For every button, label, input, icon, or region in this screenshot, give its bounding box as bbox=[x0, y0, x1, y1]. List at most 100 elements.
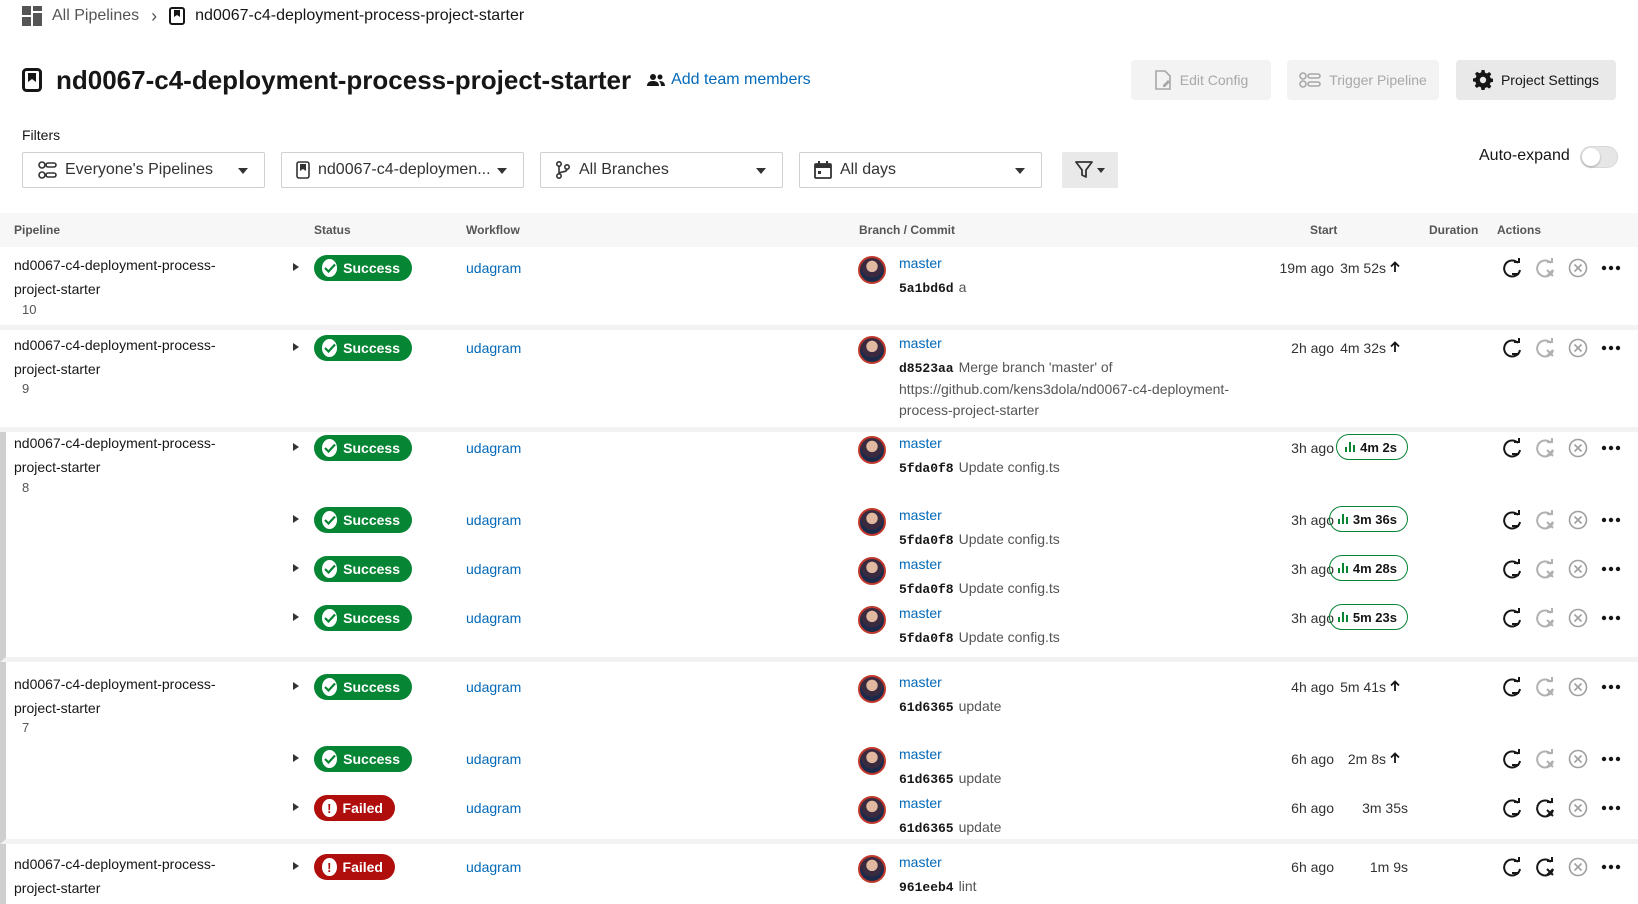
status-badge[interactable]: Success bbox=[314, 507, 412, 533]
commit-hash[interactable]: 961eeb4 bbox=[899, 880, 954, 895]
commit-hash[interactable]: 61d6365 bbox=[899, 772, 954, 787]
branch-link[interactable]: master bbox=[899, 556, 942, 572]
rerun-icon[interactable] bbox=[1501, 509, 1523, 531]
commit-hash[interactable]: 5fda0f8 bbox=[899, 533, 954, 548]
commit-hash[interactable]: 5a1bd6d bbox=[899, 281, 954, 296]
more-icon[interactable] bbox=[1600, 337, 1622, 359]
status-badge[interactable]: Success bbox=[314, 255, 412, 281]
project-select[interactable]: nd0067-c4-deploymen... bbox=[281, 152, 524, 188]
add-team-members-link[interactable]: Add team members bbox=[647, 71, 811, 89]
duration-pill[interactable]: 4m 2s bbox=[1336, 434, 1408, 460]
more-icon[interactable] bbox=[1600, 676, 1622, 698]
expand-chevron-icon[interactable] bbox=[293, 803, 299, 811]
branches-select[interactable]: All Branches bbox=[540, 152, 783, 188]
rerun-failed-icon[interactable] bbox=[1534, 676, 1556, 698]
expand-chevron-icon[interactable] bbox=[293, 515, 299, 523]
rerun-icon[interactable] bbox=[1501, 856, 1523, 878]
branch-link[interactable]: master bbox=[899, 605, 942, 621]
rerun-icon[interactable] bbox=[1501, 607, 1523, 629]
expand-chevron-icon[interactable] bbox=[293, 613, 299, 621]
workflow-link[interactable]: udagram bbox=[466, 440, 521, 456]
branch-link[interactable]: master bbox=[899, 674, 942, 690]
workflow-link[interactable]: udagram bbox=[466, 751, 521, 767]
days-select[interactable]: All days bbox=[799, 152, 1042, 188]
expand-chevron-icon[interactable] bbox=[293, 564, 299, 572]
branch-link[interactable]: master bbox=[899, 746, 942, 762]
rerun-failed-icon[interactable] bbox=[1534, 558, 1556, 580]
more-icon[interactable] bbox=[1600, 797, 1622, 819]
commit-hash[interactable]: 5fda0f8 bbox=[899, 582, 954, 597]
cancel-icon[interactable] bbox=[1567, 337, 1589, 359]
rerun-failed-icon[interactable] bbox=[1534, 257, 1556, 279]
commit-hash[interactable]: 5fda0f8 bbox=[899, 461, 954, 476]
status-badge[interactable]: Success bbox=[314, 746, 412, 772]
duration-pill[interactable]: 3m 36s bbox=[1328, 506, 1408, 532]
expand-chevron-icon[interactable] bbox=[293, 682, 299, 690]
commit-hash[interactable]: 61d6365 bbox=[899, 700, 954, 715]
commit-hash[interactable]: 5fda0f8 bbox=[899, 631, 954, 646]
rerun-failed-icon[interactable] bbox=[1534, 797, 1556, 819]
workflow-link[interactable]: udagram bbox=[466, 800, 521, 816]
filter-button[interactable] bbox=[1062, 152, 1118, 188]
duration-pill[interactable]: 5m 23s bbox=[1328, 604, 1408, 630]
cancel-icon[interactable] bbox=[1567, 676, 1589, 698]
cancel-icon[interactable] bbox=[1567, 437, 1589, 459]
cancel-icon[interactable] bbox=[1567, 558, 1589, 580]
expand-chevron-icon[interactable] bbox=[293, 443, 299, 451]
cancel-icon[interactable] bbox=[1567, 797, 1589, 819]
project-settings-button[interactable]: Project Settings bbox=[1456, 60, 1616, 100]
status-badge[interactable]: Success bbox=[314, 435, 412, 461]
status-badge[interactable]: Success bbox=[314, 674, 412, 700]
expand-chevron-icon[interactable] bbox=[293, 263, 299, 271]
cancel-icon[interactable] bbox=[1567, 509, 1589, 531]
more-icon[interactable] bbox=[1600, 437, 1622, 459]
workflow-link[interactable]: udagram bbox=[466, 340, 521, 356]
rerun-failed-icon[interactable] bbox=[1534, 856, 1556, 878]
rerun-icon[interactable] bbox=[1501, 676, 1523, 698]
more-icon[interactable] bbox=[1600, 748, 1622, 770]
expand-chevron-icon[interactable] bbox=[293, 862, 299, 870]
more-icon[interactable] bbox=[1600, 257, 1622, 279]
workflow-link[interactable]: udagram bbox=[466, 679, 521, 695]
branch-link[interactable]: master bbox=[899, 507, 942, 523]
edit-config-button[interactable]: Edit Config bbox=[1131, 60, 1271, 100]
cancel-icon[interactable] bbox=[1567, 257, 1589, 279]
more-icon[interactable] bbox=[1600, 607, 1622, 629]
rerun-failed-icon[interactable] bbox=[1534, 437, 1556, 459]
status-badge[interactable]: ! Failed bbox=[314, 854, 395, 880]
pipelines-owner-select[interactable]: Everyone's Pipelines bbox=[22, 152, 265, 188]
auto-expand-toggle[interactable] bbox=[1580, 146, 1618, 168]
rerun-failed-icon[interactable] bbox=[1534, 337, 1556, 359]
commit-hash[interactable]: d8523aa bbox=[899, 361, 954, 376]
workflow-link[interactable]: udagram bbox=[466, 859, 521, 875]
commit-hash[interactable]: 61d6365 bbox=[899, 821, 954, 836]
more-icon[interactable] bbox=[1600, 509, 1622, 531]
rerun-failed-icon[interactable] bbox=[1534, 607, 1556, 629]
breadcrumb-all-pipelines[interactable]: All Pipelines bbox=[52, 7, 139, 25]
breadcrumb-project[interactable]: nd0067-c4-deployment-process-project-sta… bbox=[195, 7, 524, 25]
more-icon[interactable] bbox=[1600, 558, 1622, 580]
branch-link[interactable]: master bbox=[899, 255, 942, 271]
rerun-failed-icon[interactable] bbox=[1534, 509, 1556, 531]
rerun-icon[interactable] bbox=[1501, 337, 1523, 359]
expand-chevron-icon[interactable] bbox=[293, 754, 299, 762]
expand-chevron-icon[interactable] bbox=[293, 343, 299, 351]
duration-pill[interactable]: 4m 28s bbox=[1328, 555, 1408, 581]
rerun-icon[interactable] bbox=[1501, 437, 1523, 459]
branch-link[interactable]: master bbox=[899, 795, 942, 811]
cancel-icon[interactable] bbox=[1567, 607, 1589, 629]
rerun-icon[interactable] bbox=[1501, 797, 1523, 819]
workflow-link[interactable]: udagram bbox=[466, 260, 521, 276]
status-badge[interactable]: ! Failed bbox=[314, 795, 395, 821]
branch-link[interactable]: master bbox=[899, 435, 942, 451]
rerun-icon[interactable] bbox=[1501, 748, 1523, 770]
status-badge[interactable]: Success bbox=[314, 556, 412, 582]
more-icon[interactable] bbox=[1600, 856, 1622, 878]
workflow-link[interactable]: udagram bbox=[466, 610, 521, 626]
status-badge[interactable]: Success bbox=[314, 605, 412, 631]
branch-link[interactable]: master bbox=[899, 335, 942, 351]
trigger-pipeline-button[interactable]: Trigger Pipeline bbox=[1287, 60, 1439, 100]
rerun-icon[interactable] bbox=[1501, 257, 1523, 279]
cancel-icon[interactable] bbox=[1567, 856, 1589, 878]
cancel-icon[interactable] bbox=[1567, 748, 1589, 770]
